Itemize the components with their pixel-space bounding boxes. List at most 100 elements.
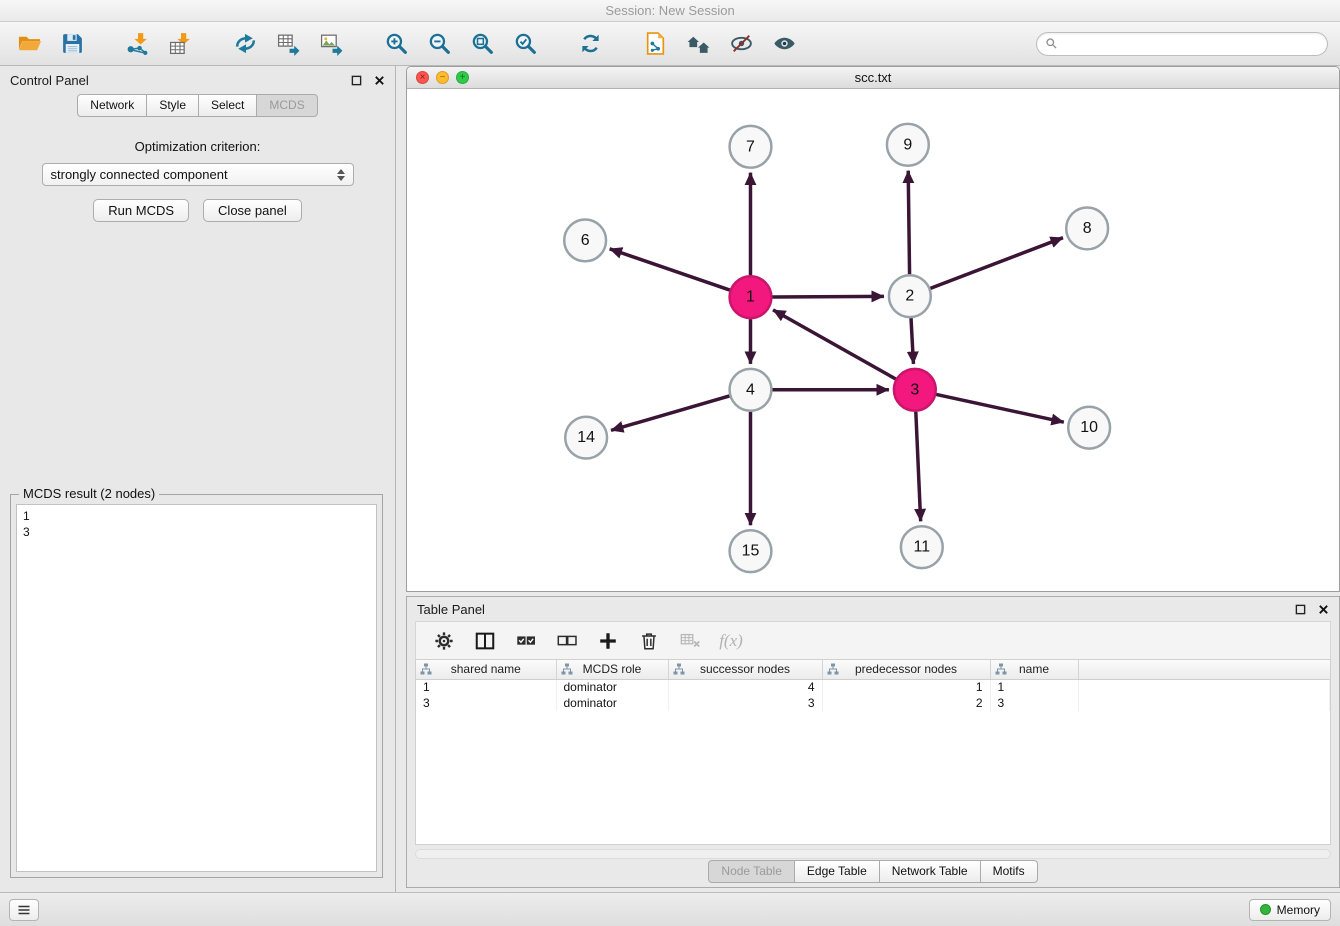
table-cell[interactable]: 2 [822,695,990,711]
toolbar-button-group [12,28,801,60]
float-panel-icon[interactable] [351,75,362,86]
show-panels-button[interactable] [9,899,39,921]
network-document-icon [643,31,668,56]
graph-edge-3-11[interactable] [916,412,921,522]
select-all-button[interactable] [512,627,540,655]
criterion-select[interactable]: strongly connected component [42,163,354,186]
table-cell[interactable]: 3 [990,695,1078,711]
tab-network-table[interactable]: Network Table [880,860,981,883]
column-flow-icon [673,663,685,675]
graph-edge-1-2[interactable] [772,296,884,297]
table-cell[interactable]: 4 [668,679,822,695]
select-spinner-icon [337,169,345,181]
birdseye-view-icon [772,31,797,56]
graph-node-9[interactable]: 9 [887,124,929,166]
graphics-details-button[interactable] [724,28,758,60]
export-network-button[interactable] [228,28,262,60]
table-horizontal-scrollbar[interactable] [415,849,1331,859]
birdseye-view-button[interactable] [767,28,801,60]
tab-style[interactable]: Style [147,94,199,117]
tab-node-table[interactable]: Node Table [708,860,795,883]
open-session-button[interactable] [12,28,46,60]
graph-node-3[interactable]: 3 [894,369,936,411]
svg-text:3: 3 [910,381,919,398]
toolbar-separator [357,43,370,44]
import-table-button[interactable] [163,28,197,60]
column-header-predecessor-nodes[interactable]: predecessor nodes [822,660,990,679]
graph-node-4[interactable]: 4 [730,369,772,411]
memory-status-icon [1260,904,1271,915]
search-field[interactable] [1036,32,1328,56]
minimize-window-button[interactable]: − [436,71,449,84]
export-image-button[interactable] [314,28,348,60]
close-panel-button[interactable]: Close panel [203,199,302,222]
graph-edge-2-3[interactable] [911,318,913,364]
zoom-out-button[interactable] [422,28,456,60]
table-row[interactable]: 1dominator411 [416,679,1330,695]
network-window-titlebar[interactable]: × − + scc.txt [407,67,1339,89]
table-cell[interactable]: 3 [416,695,556,711]
graph-node-8[interactable]: 8 [1066,208,1108,250]
tab-select[interactable]: Select [199,94,257,117]
add-row-button[interactable] [594,627,622,655]
zoom-in-button[interactable] [379,28,413,60]
graph-node-15[interactable]: 15 [730,530,772,572]
svg-text:15: 15 [742,543,760,560]
table-cell[interactable]: dominator [556,695,668,711]
graph-node-2[interactable]: 2 [889,275,931,317]
table-cell[interactable]: dominator [556,679,668,695]
split-panel-button[interactable] [471,627,499,655]
table-cell[interactable]: 1 [990,679,1078,695]
network-document-button[interactable] [638,28,672,60]
close-panel-icon[interactable] [374,75,385,86]
graph-node-14[interactable]: 14 [565,417,607,459]
graph-edge-2-8[interactable] [930,238,1063,289]
graph-node-10[interactable]: 10 [1068,407,1110,449]
tab-edge-table[interactable]: Edge Table [795,860,880,883]
nested-networks-button[interactable] [681,28,715,60]
close-panel-icon[interactable] [1318,604,1329,615]
close-window-button[interactable]: × [416,71,429,84]
save-session-button[interactable] [55,28,89,60]
graph-edge-3-10[interactable] [936,394,1064,422]
column-header-name[interactable]: name [990,660,1078,679]
mcds-result-list[interactable]: 13 [16,504,377,872]
graph-edge-3-1[interactable] [773,310,896,379]
apply-layout-button[interactable] [573,28,607,60]
search-input[interactable] [1063,36,1319,51]
graph-edges [610,171,1064,526]
export-image-icon [319,31,344,56]
export-table-button[interactable] [271,28,305,60]
network-canvas[interactable]: 7 9 6 8 1 2 4 3 14 10 15 11 [407,89,1339,591]
table-cell[interactable]: 1 [416,679,556,695]
float-panel-icon[interactable] [1295,604,1306,615]
panel-splitter-vertical[interactable] [396,66,406,892]
tab-motifs[interactable]: Motifs [981,860,1038,883]
tab-mcds[interactable]: MCDS [257,94,317,117]
graph-node-1[interactable]: 1 [730,276,772,318]
table-panel-header-icons [1295,604,1329,615]
open-session-icon [17,31,42,56]
run-mcds-button[interactable]: Run MCDS [93,199,189,222]
graph-edge-2-9[interactable] [908,171,909,275]
graph-edge-1-6[interactable] [610,249,730,290]
graph-node-11[interactable]: 11 [901,526,943,568]
table-cell[interactable]: 3 [668,695,822,711]
table-cell[interactable]: 1 [822,679,990,695]
deselect-all-button[interactable] [553,627,581,655]
zoom-fit-button[interactable] [465,28,499,60]
import-network-button[interactable] [120,28,154,60]
graph-node-7[interactable]: 7 [730,126,772,168]
tab-network[interactable]: Network [77,94,147,117]
graph-edge-4-14[interactable] [611,396,729,430]
delete-row-button[interactable] [635,627,663,655]
column-header-successor-nodes[interactable]: successor nodes [668,660,822,679]
column-settings-button[interactable] [430,627,458,655]
memory-button[interactable]: Memory [1249,899,1331,921]
zoom-window-button[interactable]: + [456,71,469,84]
column-header-MCDS-role[interactable]: MCDS role [556,660,668,679]
table-row[interactable]: 3dominator323 [416,695,1330,711]
graph-node-6[interactable]: 6 [564,219,606,261]
zoom-selected-button[interactable] [508,28,542,60]
column-header-shared-name[interactable]: shared name [416,660,556,679]
